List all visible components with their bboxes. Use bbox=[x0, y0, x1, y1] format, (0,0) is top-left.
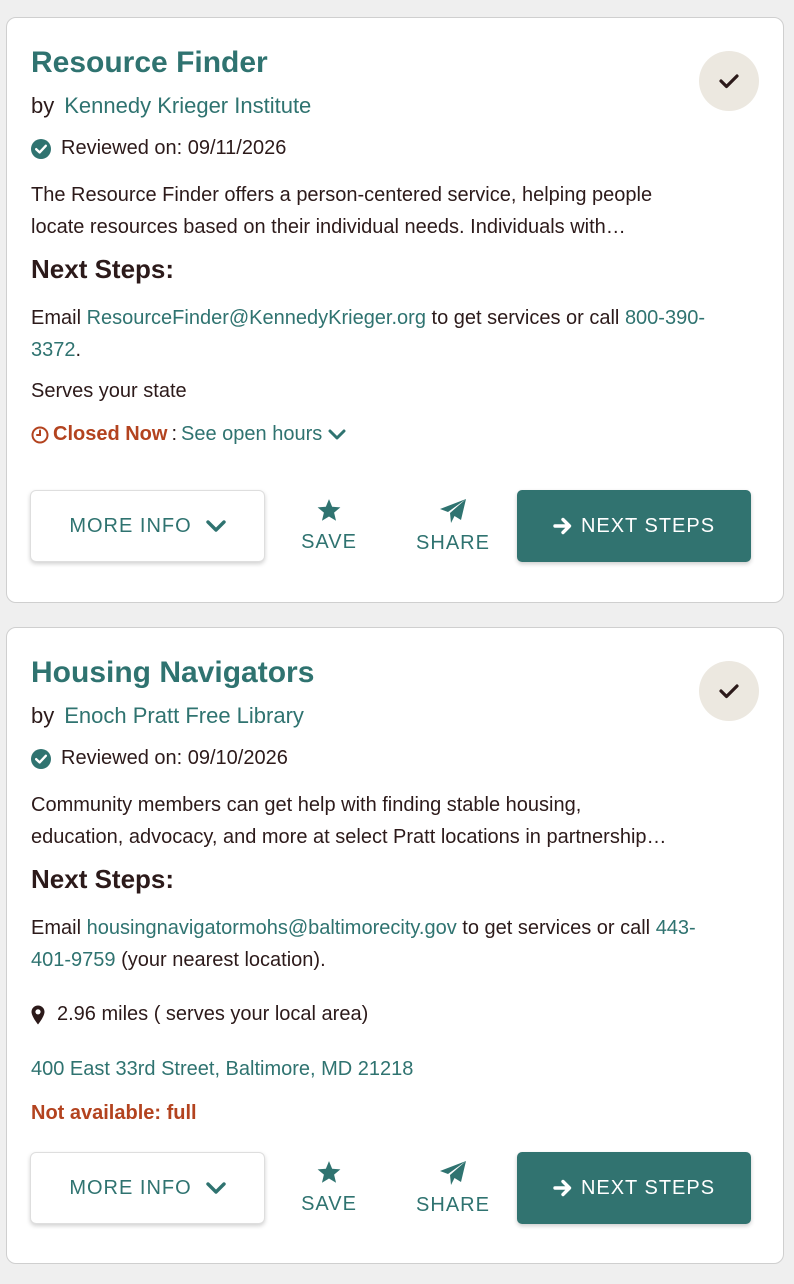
resource-title[interactable]: Housing Navigators bbox=[31, 656, 314, 690]
description-line: Community members can get help with find… bbox=[31, 794, 582, 816]
address-link[interactable]: 400 East 33rd Street, Baltimore, MD 2121… bbox=[31, 1058, 413, 1081]
distance-text: 2.96 miles ( serves your local area) bbox=[57, 1003, 369, 1025]
hours-separator: : bbox=[171, 423, 178, 445]
share-label: SHARE bbox=[416, 531, 490, 554]
next-steps-heading: Next Steps: bbox=[31, 254, 175, 284]
save-label: SAVE bbox=[301, 1193, 357, 1215]
chevron-down-icon bbox=[205, 519, 226, 532]
verified-check-icon bbox=[31, 138, 51, 159]
select-checkmark-button[interactable] bbox=[699, 51, 759, 111]
reviewed-date: Reviewed on: 09/10/2026 bbox=[61, 747, 288, 769]
by-label: by bbox=[31, 93, 55, 118]
more-info-label: MORE INFO bbox=[69, 1176, 192, 1199]
next-steps-label: NEXT STEPS bbox=[580, 1176, 716, 1199]
reviewed-date: Reviewed on: 09/11/2026 bbox=[61, 137, 287, 159]
next-steps-text: Email housingnavigatormohs@baltimorecity… bbox=[31, 912, 751, 976]
chevron-down-icon bbox=[328, 429, 346, 439]
steps-prefix: Email bbox=[31, 307, 82, 329]
phone-part: 800-390- bbox=[624, 307, 705, 329]
steps-suffix: (your nearest location). bbox=[121, 949, 326, 971]
closed-status: Closed Now bbox=[53, 423, 168, 445]
reviewed-status: Reviewed on: 09/11/2026 bbox=[31, 137, 286, 160]
phone-part: 401-9759 bbox=[31, 949, 116, 971]
save-button[interactable]: SAVE bbox=[279, 1152, 379, 1224]
resource-card: Housing Navigators by Enoch Pratt Free Li… bbox=[6, 627, 784, 1264]
next-steps-button[interactable]: NEXT STEPS bbox=[517, 1152, 751, 1224]
share-button[interactable]: SHARE bbox=[403, 1152, 503, 1224]
more-info-button[interactable]: MORE INFO bbox=[30, 1152, 265, 1224]
byline: by Kennedy Krieger Institute bbox=[31, 93, 311, 119]
organization-link[interactable]: Kennedy Krieger Institute bbox=[64, 93, 311, 118]
availability-status: Not available: full bbox=[31, 1102, 197, 1124]
map-pin-icon bbox=[31, 1005, 45, 1025]
more-info-button[interactable]: MORE INFO bbox=[30, 490, 265, 562]
clock-icon bbox=[31, 426, 49, 443]
chevron-down-icon bbox=[205, 1181, 226, 1194]
description-line: locate resources based on their individu… bbox=[31, 216, 626, 238]
next-steps-text: Email ResourceFinder@KennedyKrieger.org … bbox=[31, 302, 751, 366]
email-link[interactable]: housingnavigatormohs@baltimorecity.gov bbox=[87, 917, 457, 939]
verified-check-icon bbox=[31, 748, 51, 769]
checkmark-icon bbox=[719, 684, 739, 699]
select-checkmark-button[interactable] bbox=[699, 661, 759, 721]
save-label: SAVE bbox=[301, 531, 357, 553]
paper-plane-icon bbox=[440, 1160, 466, 1185]
description: The Resource Finder offers a person-cent… bbox=[31, 179, 721, 243]
more-info-label: MORE INFO bbox=[69, 514, 192, 537]
steps-middle: to get services or call bbox=[462, 917, 651, 939]
star-icon bbox=[317, 1161, 341, 1183]
description-line: education, advocacy, and more at select … bbox=[31, 826, 667, 848]
arrow-right-icon bbox=[553, 1179, 572, 1197]
reviewed-status: Reviewed on: 09/10/2026 bbox=[31, 747, 288, 770]
steps-middle: to get services or call bbox=[431, 307, 620, 329]
email-link[interactable]: ResourceFinder@KennedyKrieger.org bbox=[87, 307, 426, 329]
resource-card: Resource Finder by Kennedy Krieger Instit… bbox=[6, 17, 784, 603]
by-label: by bbox=[31, 703, 55, 728]
description-line: The Resource Finder offers a person-cent… bbox=[31, 184, 653, 206]
open-hours-label: See open hours bbox=[181, 423, 323, 445]
steps-prefix: Email bbox=[31, 917, 82, 939]
hours-row: Closed Now : See open hours bbox=[31, 423, 346, 446]
description: Community members can get help with find… bbox=[31, 789, 721, 853]
share-label: SHARE bbox=[416, 1193, 490, 1216]
star-icon bbox=[317, 499, 341, 521]
resource-title[interactable]: Resource Finder bbox=[31, 46, 268, 80]
paper-plane-icon bbox=[440, 498, 466, 523]
byline: by Enoch Pratt Free Library bbox=[31, 703, 304, 729]
phone-part: 443- bbox=[655, 917, 696, 939]
phone-part: 3372 bbox=[31, 339, 76, 361]
serves-area: Serves your state bbox=[31, 380, 187, 402]
arrow-right-icon bbox=[553, 517, 572, 535]
distance-row: 2.96 miles ( serves your local area) bbox=[31, 1003, 368, 1026]
next-steps-button[interactable]: NEXT STEPS bbox=[517, 490, 751, 562]
save-button[interactable]: SAVE bbox=[279, 490, 379, 562]
steps-suffix: . bbox=[75, 339, 82, 361]
next-steps-label: NEXT STEPS bbox=[580, 514, 716, 537]
share-button[interactable]: SHARE bbox=[403, 490, 503, 562]
next-steps-heading: Next Steps: bbox=[31, 864, 175, 894]
organization-link[interactable]: Enoch Pratt Free Library bbox=[64, 703, 304, 728]
open-hours-toggle[interactable]: See open hours bbox=[181, 423, 346, 446]
checkmark-icon bbox=[719, 74, 739, 89]
